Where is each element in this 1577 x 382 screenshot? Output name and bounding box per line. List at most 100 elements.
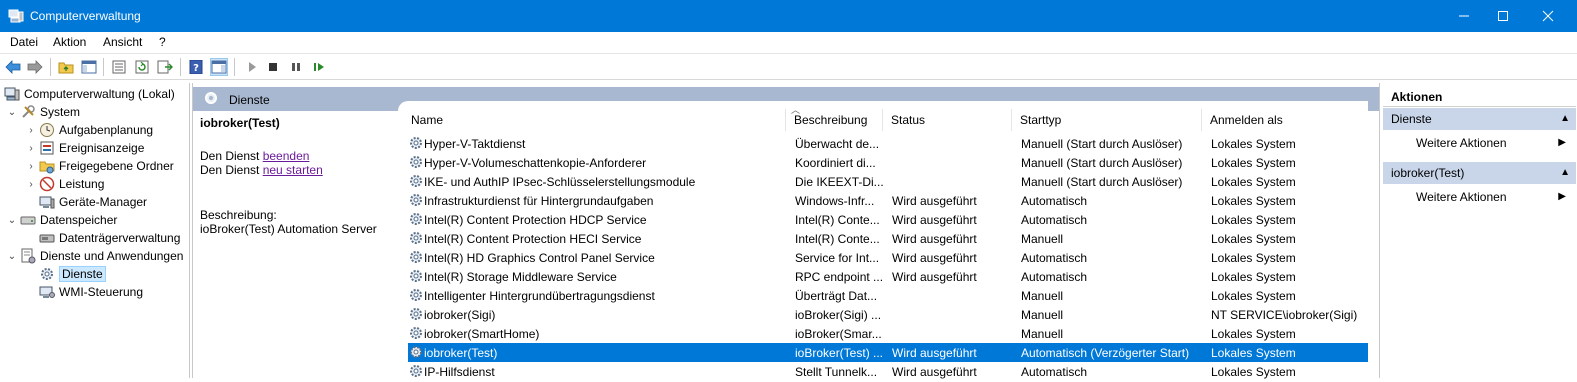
start-service-button[interactable]: [243, 58, 261, 76]
up-folder-icon: [58, 62, 74, 74]
stop-service-button[interactable]: [264, 58, 282, 76]
computer-management-icon: [4, 86, 20, 102]
cell-logon: Lokales System: [1211, 346, 1296, 360]
collapse-icon[interactable]: ⌄: [6, 107, 18, 118]
close-button[interactable]: [1525, 0, 1571, 32]
collapse-up-icon[interactable]: ▲: [1560, 162, 1570, 184]
gear-icon: [408, 192, 424, 208]
tree-node-leistung[interactable]: › Leistung: [25, 175, 104, 193]
menu-aktion[interactable]: Aktion: [53, 35, 86, 49]
refresh-button[interactable]: [133, 58, 151, 76]
show-hide-action-pane-button[interactable]: [210, 58, 228, 76]
gear-icon: [408, 154, 424, 170]
action-weitere-aktionen-iobroker[interactable]: Weitere Aktionen ▶: [1383, 187, 1576, 207]
properties-button[interactable]: [110, 58, 128, 76]
collapse-up-icon[interactable]: ▲: [1560, 108, 1570, 130]
table-row[interactable]: Hyper-V-Taktdienst Überwacht de... Manuell…: [408, 134, 1368, 153]
column-header-beschreibung[interactable]: Beschreibung: [786, 109, 883, 131]
help-icon: ?: [189, 60, 203, 74]
forward-arrow-icon: [27, 60, 43, 74]
back-button[interactable]: [4, 58, 22, 76]
performance-icon: [39, 176, 55, 192]
table-row[interactable]: Infrastrukturdienst für Hintergrundaufga…: [408, 191, 1368, 210]
gear-icon: [408, 211, 424, 227]
column-header-name[interactable]: Name: [403, 109, 786, 131]
cell-status: Wird ausgeführt: [892, 365, 977, 379]
table-row[interactable]: iobroker(Sigi) ioBroker(Sigi) ... Manuell N…: [408, 305, 1368, 324]
cell-start: Automatisch (Verzögerter Start): [1021, 346, 1190, 360]
cell-start: Automatisch: [1021, 251, 1088, 265]
cell-logon: Lokales System: [1211, 289, 1296, 303]
menu-ansicht[interactable]: Ansicht: [103, 35, 142, 49]
up-folder-button[interactable]: [57, 58, 75, 76]
stop-service-line: Den Dienst beenden: [200, 149, 310, 163]
table-row[interactable]: Intel(R) Storage Middleware Service RPC e…: [408, 267, 1368, 286]
tree-node-geraete-manager[interactable]: Geräte-Manager: [37, 193, 147, 211]
collapse-icon[interactable]: ⌄: [6, 251, 18, 262]
expand-icon[interactable]: ›: [25, 125, 37, 136]
cell-status: Wird ausgeführt: [892, 194, 977, 208]
column-header-anmelden-als[interactable]: Anmelden als: [1202, 109, 1357, 131]
show-hide-tree-button[interactable]: [80, 58, 98, 76]
action-section-iobroker-test[interactable]: iobroker(Test) ▲: [1383, 162, 1576, 184]
tree-node-dienste[interactable]: Dienste: [37, 265, 106, 283]
tools-icon: [20, 104, 36, 120]
tree-node-dienste-und-anwendungen[interactable]: ⌄ Dienste und Anwendungen: [6, 247, 183, 265]
tree-root-label: Computerverwaltung (Lokal): [24, 87, 175, 101]
pause-service-button[interactable]: [287, 58, 305, 76]
cell-name: Hyper-V-Taktdienst: [424, 137, 526, 151]
tree-root[interactable]: Computerverwaltung (Lokal): [2, 85, 175, 103]
table-row[interactable]: Intelligenter Hintergrundübertragungsdie…: [408, 286, 1368, 305]
description-text: ioBroker(Test) Automation Server: [200, 222, 377, 236]
tree-node-ereignisanzeige[interactable]: › Ereignisanzeige: [25, 139, 144, 157]
computer-management-icon: [8, 8, 24, 24]
services-banner-title: Dienste: [229, 93, 270, 107]
table-row[interactable]: iobroker(Test) ioBroker(Test) ... Wird aus…: [408, 343, 1368, 362]
tree-node-datentraegerverwaltung[interactable]: Datenträgerverwaltung: [37, 229, 180, 247]
forward-button[interactable]: [26, 58, 44, 76]
back-arrow-icon: [5, 60, 21, 74]
cell-desc: Überwacht de...: [795, 137, 880, 151]
table-row[interactable]: Hyper-V-Volumeschattenkopie-Anforderer Ko…: [408, 153, 1368, 172]
table-row[interactable]: Intel(R) HD Graphics Control Panel Servi…: [408, 248, 1368, 267]
cell-logon: Lokales System: [1211, 365, 1296, 379]
table-row[interactable]: IP-Hilfsdienst Stellt Tunnelk... Wird ausg…: [408, 362, 1368, 381]
cell-name: Infrastrukturdienst für Hintergrundaufga…: [424, 194, 654, 208]
menu-help[interactable]: ?: [159, 35, 166, 49]
action-section-dienste[interactable]: Dienste ▲: [1383, 108, 1576, 130]
tree-node-wmi-steuerung[interactable]: WMI-Steuerung: [37, 283, 143, 301]
table-row[interactable]: IKE- und AuthIP IPsec-Schlüsselerstellun…: [408, 172, 1368, 191]
cell-desc: Intel(R) Conte...: [795, 232, 880, 246]
collapse-icon[interactable]: ⌄: [6, 215, 18, 226]
cell-start: Manuell (Start durch Auslöser): [1021, 137, 1183, 151]
gear-icon: [39, 266, 55, 282]
pause-service-icon: [292, 63, 300, 71]
column-header-status[interactable]: Status: [883, 109, 1012, 131]
export-list-button[interactable]: [156, 58, 174, 76]
resume-service-button[interactable]: [310, 58, 328, 76]
cell-status: Wird ausgeführt: [892, 251, 977, 265]
cell-start: Automatisch: [1021, 270, 1088, 284]
stop-service-link[interactable]: beenden: [263, 149, 310, 163]
expand-icon[interactable]: ›: [25, 161, 37, 172]
tree-node-datenspeicher[interactable]: ⌄ Datenspeicher: [6, 211, 118, 229]
table-row[interactable]: Intel(R) Content Protection HDCP Service…: [408, 210, 1368, 229]
cell-start: Manuell (Start durch Auslöser): [1021, 156, 1183, 170]
help-button[interactable]: ?: [187, 58, 205, 76]
tree-node-aufgabenplanung[interactable]: › Aufgabenplanung: [25, 121, 153, 139]
column-header-starttyp[interactable]: Starttyp: [1012, 109, 1202, 131]
menu-datei[interactable]: Datei: [10, 35, 38, 49]
expand-icon[interactable]: ›: [25, 179, 37, 190]
action-weitere-aktionen-dienste[interactable]: Weitere Aktionen ▶: [1383, 133, 1576, 153]
restart-service-link[interactable]: neu starten: [263, 163, 323, 177]
cell-desc: Koordiniert di...: [795, 156, 876, 170]
expand-icon[interactable]: ›: [25, 143, 37, 154]
gear-icon: [408, 135, 424, 151]
maximize-button[interactable]: [1480, 0, 1526, 32]
table-row[interactable]: Intel(R) Content Protection HECI Service…: [408, 229, 1368, 248]
shared-folder-icon: [39, 158, 55, 174]
cell-name: iobroker(Test): [424, 346, 498, 360]
tree-node-freigegebene-ordner[interactable]: › Freigegebene Ordner: [25, 157, 174, 175]
table-row[interactable]: iobroker(SmartHome) ioBroker(Smar... Manue…: [408, 324, 1368, 343]
tree-node-system[interactable]: ⌄ System: [6, 103, 80, 121]
